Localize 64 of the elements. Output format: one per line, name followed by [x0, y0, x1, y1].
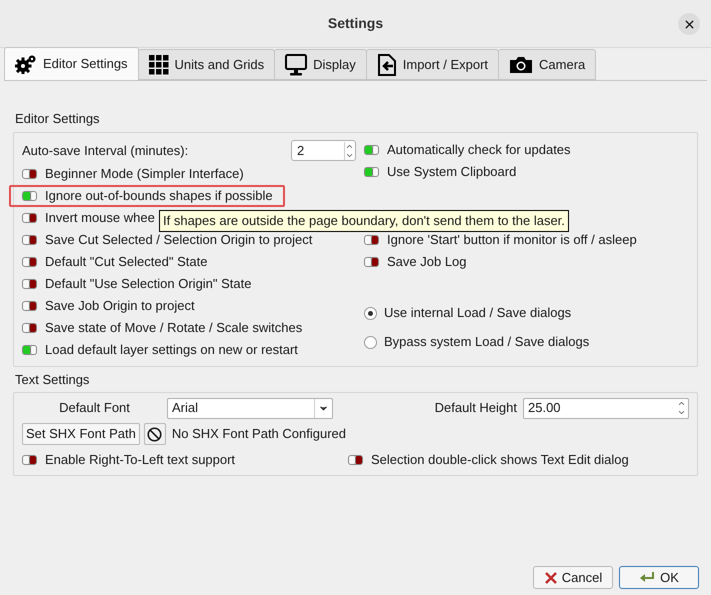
radio-label: Bypass system Load / Save dialogs	[384, 333, 590, 352]
group-title: Editor Settings	[14, 110, 101, 128]
height-spin-box[interactable]: 25.00	[523, 398, 689, 418]
tab[interactable]: Camera	[498, 49, 596, 80]
toggle-switch[interactable]	[22, 168, 37, 178]
tab[interactable]: Editor Settings	[4, 47, 139, 80]
toggle-switch[interactable]	[22, 322, 37, 332]
toggle-switch[interactable]	[22, 212, 37, 222]
group-title: Text Settings	[14, 370, 90, 389]
field-label: Default Height	[434, 399, 517, 418]
toggle-label: Save state of Move / Rotate / Scale switches	[45, 318, 302, 337]
toggle-switch[interactable]	[364, 144, 379, 154]
toggle-switch[interactable]	[22, 300, 37, 310]
toggle-switch[interactable]	[364, 234, 379, 244]
spin-arrows-icon[interactable]	[344, 142, 355, 160]
toggle-label: Selection double-click shows Text Edit dialog	[371, 451, 629, 470]
check-arrow-icon	[639, 570, 656, 584]
tab[interactable]: Display	[274, 49, 367, 80]
spin-box[interactable]: 2	[291, 140, 356, 161]
tab[interactable]: Units and Grids	[138, 49, 276, 80]
toggle-switch[interactable]	[22, 190, 37, 200]
set-shx-font-path-button[interactable]: Set SHX Font Path	[22, 423, 140, 445]
ok-button[interactable]: OK	[619, 566, 699, 589]
toggle-switch[interactable]	[22, 256, 37, 266]
status-text: No SHX Font Path Configured	[172, 425, 346, 444]
cancel-button[interactable]: Cancel	[533, 566, 613, 589]
close-icon	[682, 18, 696, 30]
toggle-switch[interactable]	[22, 455, 37, 465]
toggle-label: Automatically check for updates	[387, 140, 571, 159]
toggle-switch[interactable]	[364, 256, 379, 266]
field-label: Auto-save Interval (minutes):	[22, 142, 188, 160]
tab[interactable]: Import / Export	[366, 49, 500, 80]
toggle-label: Save Cut Selected / Selection Origin to project	[45, 230, 312, 249]
toggle-label: Ignore 'Start' button if monitor is off / asleep	[387, 230, 637, 249]
toggle-label: Ignore out-of-bounds shapes if possible	[45, 186, 273, 205]
window-title: Settings	[328, 14, 384, 33]
font-dropdown[interactable]: Arial	[167, 398, 333, 418]
radio-label: Use internal Load / Save dialogs	[384, 304, 572, 322]
toggle-switch[interactable]	[22, 344, 37, 354]
close-button[interactable]	[678, 13, 700, 35]
toggle-label: Use System Clipboard	[387, 162, 516, 181]
radio-button[interactable]	[364, 306, 377, 320]
toggle-label: Save Job Origin to project	[45, 296, 195, 315]
monitor-icon	[285, 54, 308, 76]
x-icon	[544, 570, 558, 584]
toggle-switch[interactable]	[348, 455, 363, 465]
toggle-switch[interactable]	[22, 278, 37, 288]
gears-icon	[15, 54, 37, 74]
tooltip: If shapes are outside the page boundary, don't send them to the laser.	[159, 210, 569, 232]
radio-button[interactable]	[364, 336, 377, 348]
toggle-label: Enable Right-To-Left text support	[45, 451, 236, 470]
toggle-switch[interactable]	[22, 234, 37, 244]
toggle-label: Beginner Mode (Simpler Interface)	[45, 164, 244, 183]
camera-icon	[509, 56, 534, 74]
toggle-label: Load default layer settings on new or restart	[45, 340, 298, 359]
toggle-label: Save Job Log	[387, 252, 467, 271]
toggle-label: Default "Use Selection Origin" State	[45, 274, 252, 293]
toggle-switch[interactable]	[364, 166, 379, 176]
grid-icon	[148, 54, 169, 74]
toggle-label: Invert mouse whee	[45, 208, 155, 227]
prohibited-icon	[144, 423, 166, 445]
file-import-icon	[376, 54, 397, 76]
field-label: Default Font	[58, 399, 131, 418]
toggle-label: Default "Cut Selected" State	[45, 252, 208, 271]
